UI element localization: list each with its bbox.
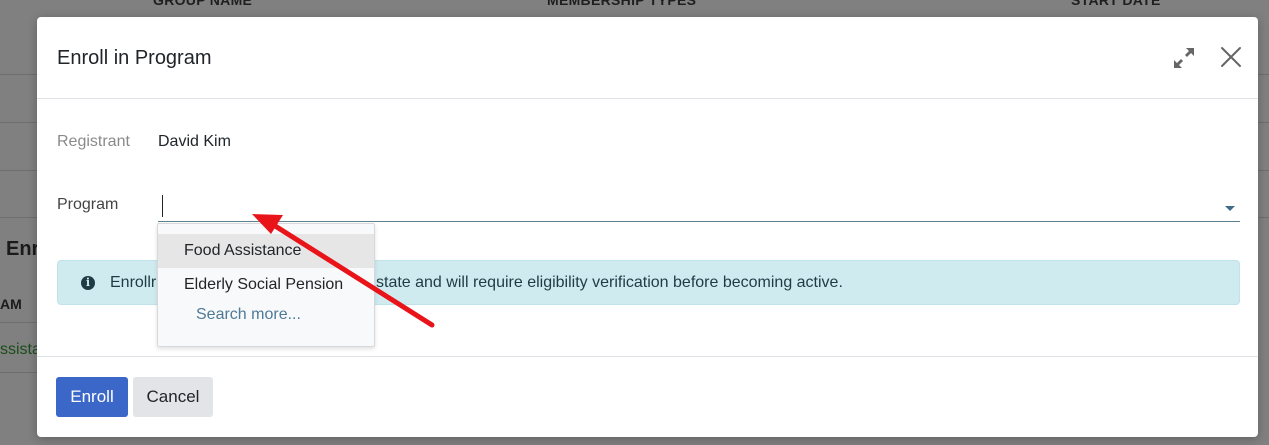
registrant-label: Registrant [57,133,130,150]
close-icon[interactable] [1217,43,1245,71]
program-field [158,192,1240,222]
bg-divider [1258,122,1269,123]
bg-section-title: Enr [6,238,37,260]
bg-divider [0,122,40,123]
bg-divider [1258,74,1269,75]
dropdown-option-elderly-social-pension[interactable]: Elderly Social Pension [158,268,374,302]
search-more-link[interactable]: Search more... [196,306,301,324]
bg-divider [1258,217,1269,218]
program-label: Program [57,196,119,213]
bg-divider [0,372,40,373]
enroll-button[interactable]: Enroll [56,377,128,417]
bg-header-start-date: START DATE [1071,0,1161,8]
program-dropdown: Food Assistance Elderly Social Pension S… [157,223,375,347]
bg-table-cell: ssistar [0,341,37,358]
bg-header-membership-types: MEMBERSHIP TYPES [547,0,697,8]
modal-title: Enroll in Program [57,47,212,69]
bg-divider [1258,170,1269,171]
info-icon: i [81,276,95,290]
cancel-button[interactable]: Cancel [133,377,213,417]
alert-text-end: state and will require eligibility verif… [376,274,843,291]
dropdown-arrow-icon[interactable] [1225,206,1235,211]
expand-icon[interactable] [1171,45,1197,71]
bg-divider [0,217,40,218]
modal-header: Enroll in Program [37,17,1258,99]
program-input[interactable] [158,192,1218,221]
text-caret [162,195,163,217]
registrant-value: David Kim [158,133,231,150]
dropdown-option-food-assistance[interactable]: Food Assistance [158,234,374,268]
bg-divider [0,170,40,171]
modal-footer: Enroll Cancel [37,356,1258,437]
bg-column-header: AM [0,296,22,312]
bg-header-group-name: GROUP NAME [153,0,253,8]
alert-text-start: Enrollr [110,274,157,291]
enroll-modal: Enroll in Program Registrant David Kim P… [37,17,1258,437]
bg-divider [0,74,40,75]
bg-divider [0,322,40,323]
